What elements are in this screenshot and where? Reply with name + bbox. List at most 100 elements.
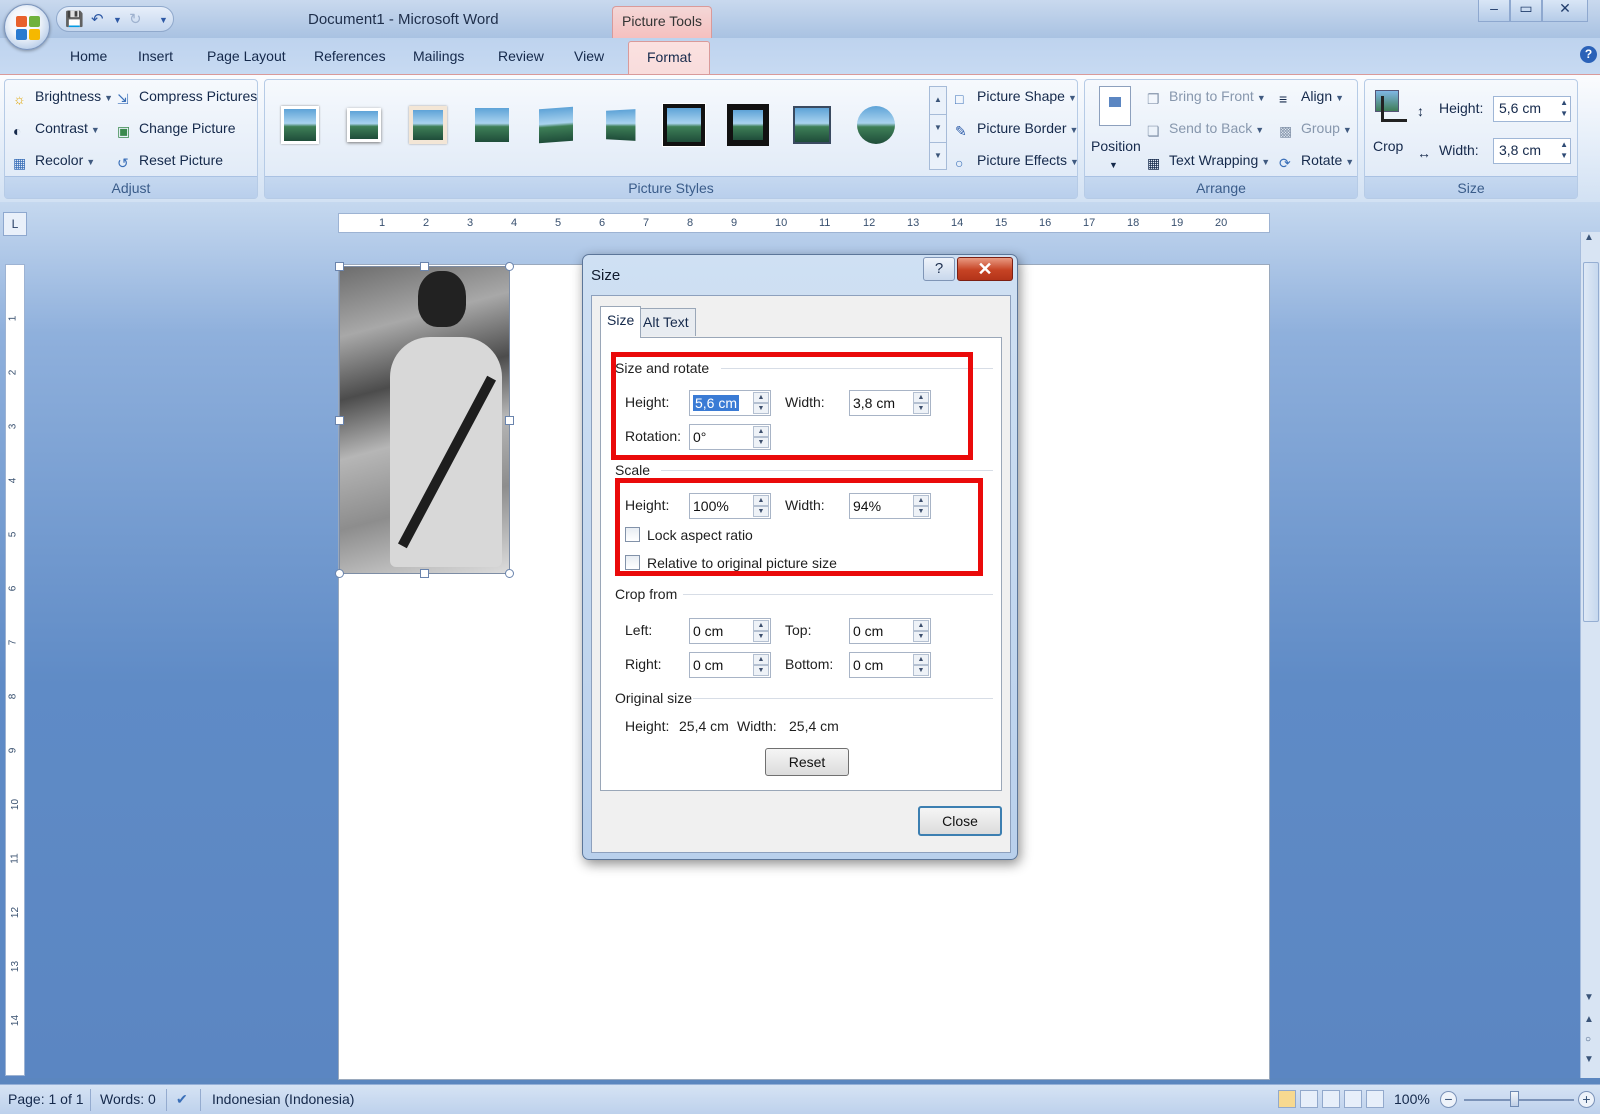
web-layout-view-icon[interactable] [1322,1090,1340,1108]
tab-page-layout[interactable]: Page Layout [207,48,286,64]
next-page-icon[interactable]: ▼ [1584,1054,1594,1065]
gallery-more-icon[interactable]: ▼ [930,143,946,171]
contrast-button[interactable]: ◐ Contrast ▼ [13,120,100,139]
resize-handle[interactable] [505,262,514,271]
picture-style-thumb[interactable] [467,100,517,150]
office-button[interactable] [4,4,50,50]
spin-down-icon[interactable]: ▼ [913,665,929,676]
undo-icon[interactable]: ↶ [91,10,104,28]
picture-style-thumb[interactable] [275,100,325,150]
position-button[interactable]: Position [1091,138,1141,154]
dialog-close-x-button[interactable]: ✕ [957,257,1013,281]
proofing-icon[interactable]: ✔ [176,1091,188,1108]
tab-home[interactable]: Home [70,48,107,64]
picture-style-thumb[interactable] [403,100,453,150]
change-picture-button[interactable]: ▣ Change Picture [117,120,236,139]
help-icon[interactable]: ? [1580,46,1597,63]
scroll-up-icon[interactable]: ▲ [1584,232,1594,243]
spin-down-icon[interactable]: ▼ [753,665,769,676]
crop-right-input[interactable]: 0 cm ▲ ▼ [689,652,771,678]
resize-handle[interactable] [505,569,514,578]
zoom-out-icon[interactable]: − [1440,1091,1457,1108]
tab-references[interactable]: References [314,48,386,64]
picture-style-thumb[interactable] [659,100,709,150]
resize-handle[interactable] [420,262,429,271]
position-dropdown-icon[interactable]: ▼ [1109,160,1118,170]
vertical-scrollbar[interactable]: ▲ ▼ ▲ ○ ▼ [1580,232,1600,1078]
compress-pictures-button[interactable]: ⇲ Compress Pictures [117,88,257,107]
zoom-in-icon[interactable]: + [1578,1091,1595,1108]
close-window-button[interactable]: ✕ [1542,0,1588,22]
tab-view[interactable]: View [574,48,604,64]
spin-down-icon[interactable]: ▼ [1560,109,1568,118]
tab-format[interactable]: Format [628,41,711,74]
picture-style-thumb[interactable] [723,100,773,150]
resize-handle[interactable] [335,416,344,425]
bring-to-front-button[interactable]: ❐ Bring to Front ▼ [1147,88,1266,107]
resize-handle[interactable] [420,569,429,578]
picture-style-thumb[interactable] [531,100,581,150]
picture-effects-button[interactable]: ○ Picture Effects ▼ [955,152,1079,171]
spin-up-icon[interactable]: ▲ [753,654,769,665]
gallery-down-icon[interactable]: ▼ [930,115,946,143]
draft-view-icon[interactable] [1366,1090,1384,1108]
brightness-button[interactable]: ☼ Brightness ▼ [13,88,113,107]
crop-top-input[interactable]: 0 cm ▲ ▼ [849,618,931,644]
picture-style-thumb[interactable] [851,100,901,150]
word-count[interactable]: Words: 0 [100,1091,156,1107]
gallery-scroll[interactable]: ▲ ▼ ▼ [929,86,947,170]
zoom-level[interactable]: 100% [1394,1091,1430,1107]
dialog-help-button[interactable]: ? [923,257,955,281]
group-button[interactable]: ▩ Group ▼ [1279,120,1352,139]
spin-up-icon[interactable]: ▲ [1560,140,1568,149]
resize-handle[interactable] [505,416,514,425]
vertical-ruler[interactable]: 1 2 3 4 5 6 7 8 9 10 11 12 13 14 [5,264,25,1076]
tab-insert[interactable]: Insert [138,48,173,64]
spin-down-icon[interactable]: ▼ [913,631,929,642]
spin-down-icon[interactable]: ▼ [1560,151,1568,160]
outline-view-icon[interactable] [1344,1090,1362,1108]
align-button[interactable]: ≡ Align ▼ [1279,88,1344,107]
resize-handle[interactable] [335,569,344,578]
spin-down-icon[interactable]: ▼ [753,631,769,642]
spin-up-icon[interactable]: ▲ [913,620,929,631]
send-to-back-button[interactable]: ❏ Send to Back ▼ [1147,120,1264,139]
crop-left-input[interactable]: 0 cm ▲ ▼ [689,618,771,644]
crop-bottom-input[interactable]: 0 cm ▲ ▼ [849,652,931,678]
rotate-button[interactable]: ⟳ Rotate ▼ [1279,152,1354,171]
reset-picture-button[interactable]: ↺ Reset Picture [117,152,223,171]
picture-style-thumb[interactable] [595,100,645,150]
customize-qat-icon[interactable]: ▼ [159,15,168,25]
redo-icon[interactable]: ↻ [129,10,142,28]
save-icon[interactable]: 💾 [65,10,84,28]
picture-style-thumb[interactable] [787,100,837,150]
print-layout-view-icon[interactable] [1278,1090,1296,1108]
reset-button[interactable]: Reset [765,748,849,776]
full-screen-reading-view-icon[interactable] [1300,1090,1318,1108]
horizontal-ruler[interactable]: 1 2 3 4 5 6 7 8 9 10 11 12 13 14 15 16 17 18 19 20 [338,213,1270,233]
recolor-button[interactable]: ▦ Recolor ▼ [13,152,95,171]
text-wrapping-button[interactable]: ▦ Text Wrapping ▼ [1147,152,1270,171]
zoom-slider[interactable] [1464,1099,1574,1101]
tab-mailings[interactable]: Mailings [413,48,464,64]
previous-page-icon[interactable]: ▲ [1584,1014,1594,1025]
picture-style-thumb[interactable] [339,100,389,150]
language[interactable]: Indonesian (Indonesia) [212,1091,354,1107]
selected-picture[interactable] [335,262,514,578]
crop-button[interactable]: Crop [1373,138,1403,154]
browse-object-icon[interactable]: ○ [1585,1034,1591,1045]
spin-up-icon[interactable]: ▲ [1560,98,1568,107]
minimize-button[interactable]: – [1478,0,1510,22]
close-button[interactable]: Close [918,806,1002,836]
resize-handle[interactable] [335,262,344,271]
picture-border-button[interactable]: ✎ Picture Border ▼ [955,120,1078,139]
gallery-up-icon[interactable]: ▲ [930,87,946,115]
spin-up-icon[interactable]: ▲ [753,620,769,631]
undo-dropdown-icon[interactable]: ▼ [113,15,122,25]
restore-button[interactable]: ▭ [1510,0,1542,22]
ribbon-height-input[interactable]: 5,6 cm ▲ ▼ [1493,96,1571,122]
ribbon-width-input[interactable]: 3,8 cm ▲ ▼ [1493,138,1571,164]
zoom-slider-thumb[interactable] [1510,1091,1519,1107]
tab-review[interactable]: Review [498,48,544,64]
picture-shape-button[interactable]: □ Picture Shape ▼ [955,88,1077,107]
